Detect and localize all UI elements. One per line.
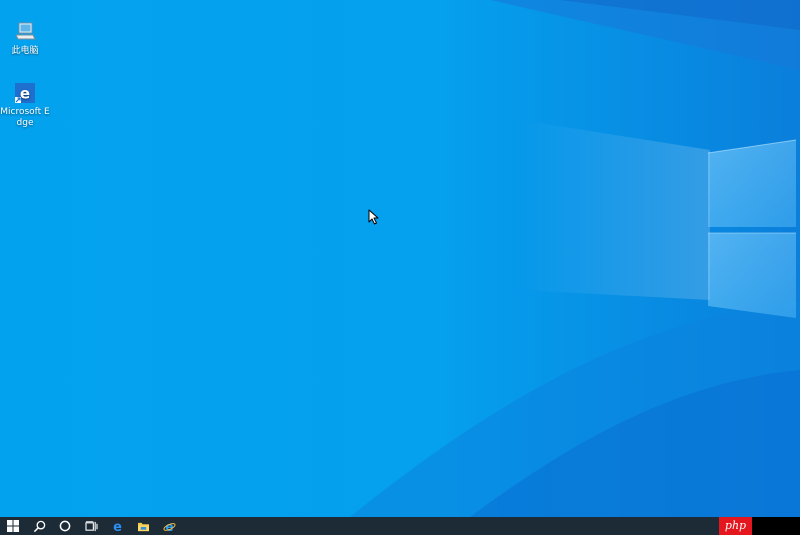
cortana-circle-icon (59, 520, 71, 532)
computer-icon (15, 22, 36, 40)
internet-explorer-icon: e (162, 520, 176, 533)
desktop-icon-microsoft-edge[interactable]: e Microsoft Edge (0, 81, 50, 129)
windows-start-icon (7, 520, 19, 532)
task-view-icon (84, 520, 98, 531)
desktop-icon-label: Microsoft Edge (0, 107, 50, 128)
desktop-icon-this-pc[interactable]: 此电脑 (0, 20, 50, 57)
edge-icon: e (15, 83, 35, 103)
taskbar-internet-explorer-button[interactable]: e (156, 517, 182, 535)
file-explorer-icon (137, 522, 149, 531)
system-tray: php (719, 517, 800, 535)
taskbar-edge-button[interactable]: e (104, 517, 130, 535)
edge-icon: e (113, 520, 122, 533)
windows-wallpaper (0, 0, 800, 517)
task-view-button[interactable] (78, 517, 104, 535)
search-icon (33, 520, 45, 532)
search-button[interactable] (26, 517, 52, 535)
svg-text:e: e (20, 85, 30, 103)
taskbar: e e php (0, 517, 800, 535)
mouse-cursor-icon (368, 209, 379, 225)
php-watermark: php (719, 517, 752, 535)
start-button[interactable] (0, 517, 26, 535)
taskbar-file-explorer-button[interactable] (130, 517, 156, 535)
svg-text:e: e (113, 520, 122, 533)
desktop-icon-label: 此电脑 (11, 46, 39, 56)
svg-text:e: e (165, 520, 173, 533)
tray-area (752, 517, 800, 535)
cortana-button[interactable] (52, 517, 78, 535)
desktop[interactable]: 此电脑 e Microsoft Edge (0, 0, 800, 517)
